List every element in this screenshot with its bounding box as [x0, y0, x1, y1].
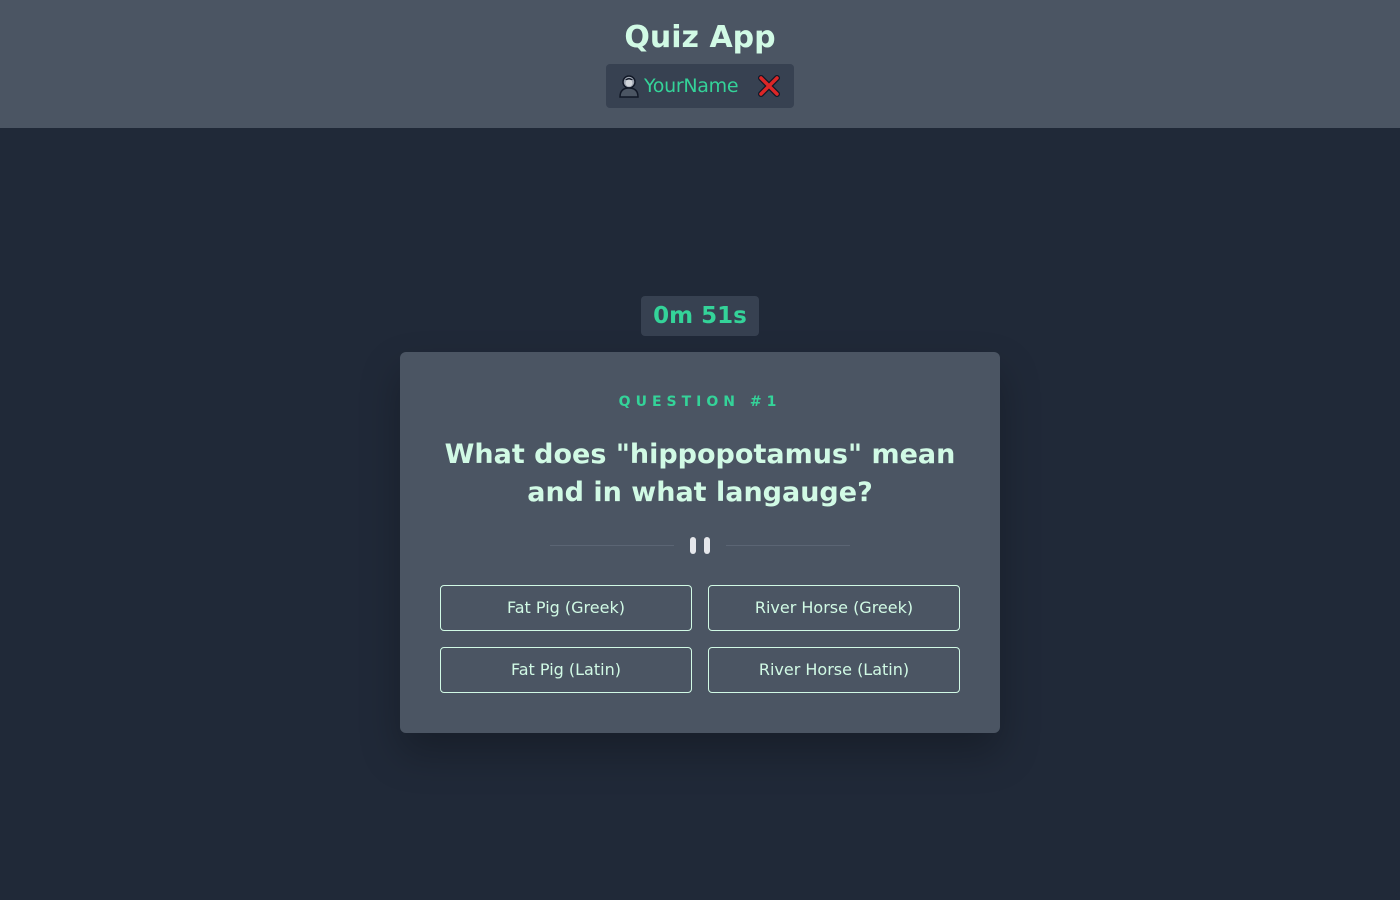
answer-button-fat-pig-latin[interactable]: Fat Pig (Latin) — [440, 647, 692, 693]
answer-button-fat-pig-greek[interactable]: Fat Pig (Greek) — [440, 585, 692, 631]
person-icon — [619, 75, 639, 98]
question-card: QUESTION #1 What does "hippopotamus" mea… — [400, 352, 1000, 733]
pause-icon — [690, 537, 710, 554]
user-chip: YourName — [606, 64, 794, 108]
countdown-timer: 0m 51s — [641, 296, 759, 336]
divider-left — [550, 545, 674, 546]
app-header: Quiz App YourName — [0, 0, 1400, 128]
close-icon[interactable] — [756, 73, 782, 99]
answer-button-river-horse-greek[interactable]: River Horse (Greek) — [708, 585, 960, 631]
app-title: Quiz App — [624, 20, 776, 55]
question-text: What does "hippopotamus" mean and in wha… — [444, 439, 956, 508]
user-name: YourName — [644, 75, 739, 97]
divider-right — [726, 545, 850, 546]
question-number-label: QUESTION #1 — [618, 394, 782, 410]
answer-button-river-horse-latin[interactable]: River Horse (Latin) — [708, 647, 960, 693]
